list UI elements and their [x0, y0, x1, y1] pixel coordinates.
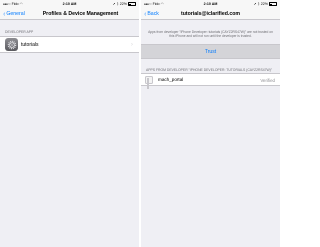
- location-icon: ➚: [112, 2, 116, 6]
- battery-percent: 22%: [119, 2, 127, 6]
- developer-screen: ●●●○○ Fido ◠ 2:10 AM ➚ ᛒ 22% ‹ Back tuto…: [141, 0, 280, 247]
- chevron-right-icon: ›: [131, 42, 133, 48]
- verified-status: Verified: [260, 78, 275, 84]
- section-header: APPS FROM DEVELOPER "IPHONE DEVELOPER: T…: [146, 67, 273, 72]
- status-bar: ●●●○○ Fido ◠ 2:10 AM ➚ ᛒ 22%: [141, 0, 280, 8]
- nav-bar: ‹ Back tutorials@iclarified.com: [141, 8, 280, 20]
- list-item-mach-portal[interactable]: mach_portal Verified: [141, 73, 280, 89]
- profiles-screen: ●●●○○ Fido ◠ 2:10 AM ➚ ᛒ 22% ‹ General P…: [0, 0, 139, 247]
- battery-percent: 22%: [260, 2, 268, 6]
- nav-bar: ‹ General Profiles & Device Management: [0, 8, 139, 20]
- battery-icon: [128, 2, 136, 6]
- trust-message: Apps from developer "iPhone Developer: t…: [148, 30, 273, 39]
- bluetooth-icon: ᛒ: [257, 2, 260, 6]
- trust-button[interactable]: Trust: [141, 43, 280, 59]
- list-item-label: tutorials: [21, 41, 39, 48]
- list-item-label: mach_portal: [158, 77, 184, 83]
- app-gear-icon: [5, 38, 18, 51]
- section-header: DEVELOPER APP: [5, 30, 34, 34]
- location-icon: ➚: [253, 2, 257, 6]
- page-title: Profiles & Device Management: [42, 11, 119, 18]
- bluetooth-icon: ᛒ: [116, 2, 119, 6]
- status-bar: ●●●○○ Fido ◠ 2:10 AM ➚ ᛒ 22%: [0, 0, 139, 8]
- battery-icon: [269, 2, 277, 6]
- page-title: tutorials@iclarified.com: [181, 11, 240, 18]
- app-grid-icon: [145, 75, 153, 89]
- list-item-tutorials[interactable]: tutorials ›: [0, 36, 139, 53]
